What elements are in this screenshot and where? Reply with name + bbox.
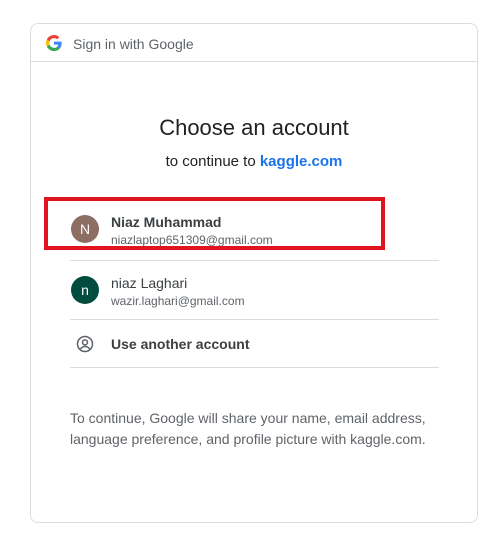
sign-in-card: Sign in with Google Choose an account to… — [30, 23, 478, 523]
account-name: niaz Laghari — [111, 275, 188, 291]
subtitle-prefix: to continue to — [165, 153, 260, 170]
kaggle-link[interactable]: kaggle.com — [260, 153, 343, 170]
header-title: Sign in with Google — [73, 36, 194, 52]
card-header: Sign in with Google — [31, 24, 477, 62]
privacy-notice: To continue, Google will share your name… — [70, 410, 426, 447]
account-name: Niaz Muhammad — [111, 214, 222, 230]
account-item-niaz-muhammad[interactable]: N Niaz Muhammad niazlaptop651309@gmail.c… — [70, 200, 439, 258]
account-circle-icon — [76, 335, 94, 353]
google-g-icon — [46, 35, 62, 51]
use-another-account-label: Use another account — [111, 336, 250, 352]
account-item-niaz-laghari[interactable]: n niaz Laghari wazir.laghari@gmail.com — [70, 260, 439, 318]
page-title: Choose an account — [159, 115, 349, 140]
avatar: N — [71, 215, 99, 243]
account-email: wazir.laghari@gmail.com — [111, 294, 245, 308]
avatar: n — [71, 276, 99, 304]
account-email: niazlaptop651309@gmail.com — [111, 233, 273, 247]
page-subtitle: to continue to kaggle.com — [31, 152, 477, 172]
use-another-account-button[interactable]: Use another account — [70, 319, 439, 368]
